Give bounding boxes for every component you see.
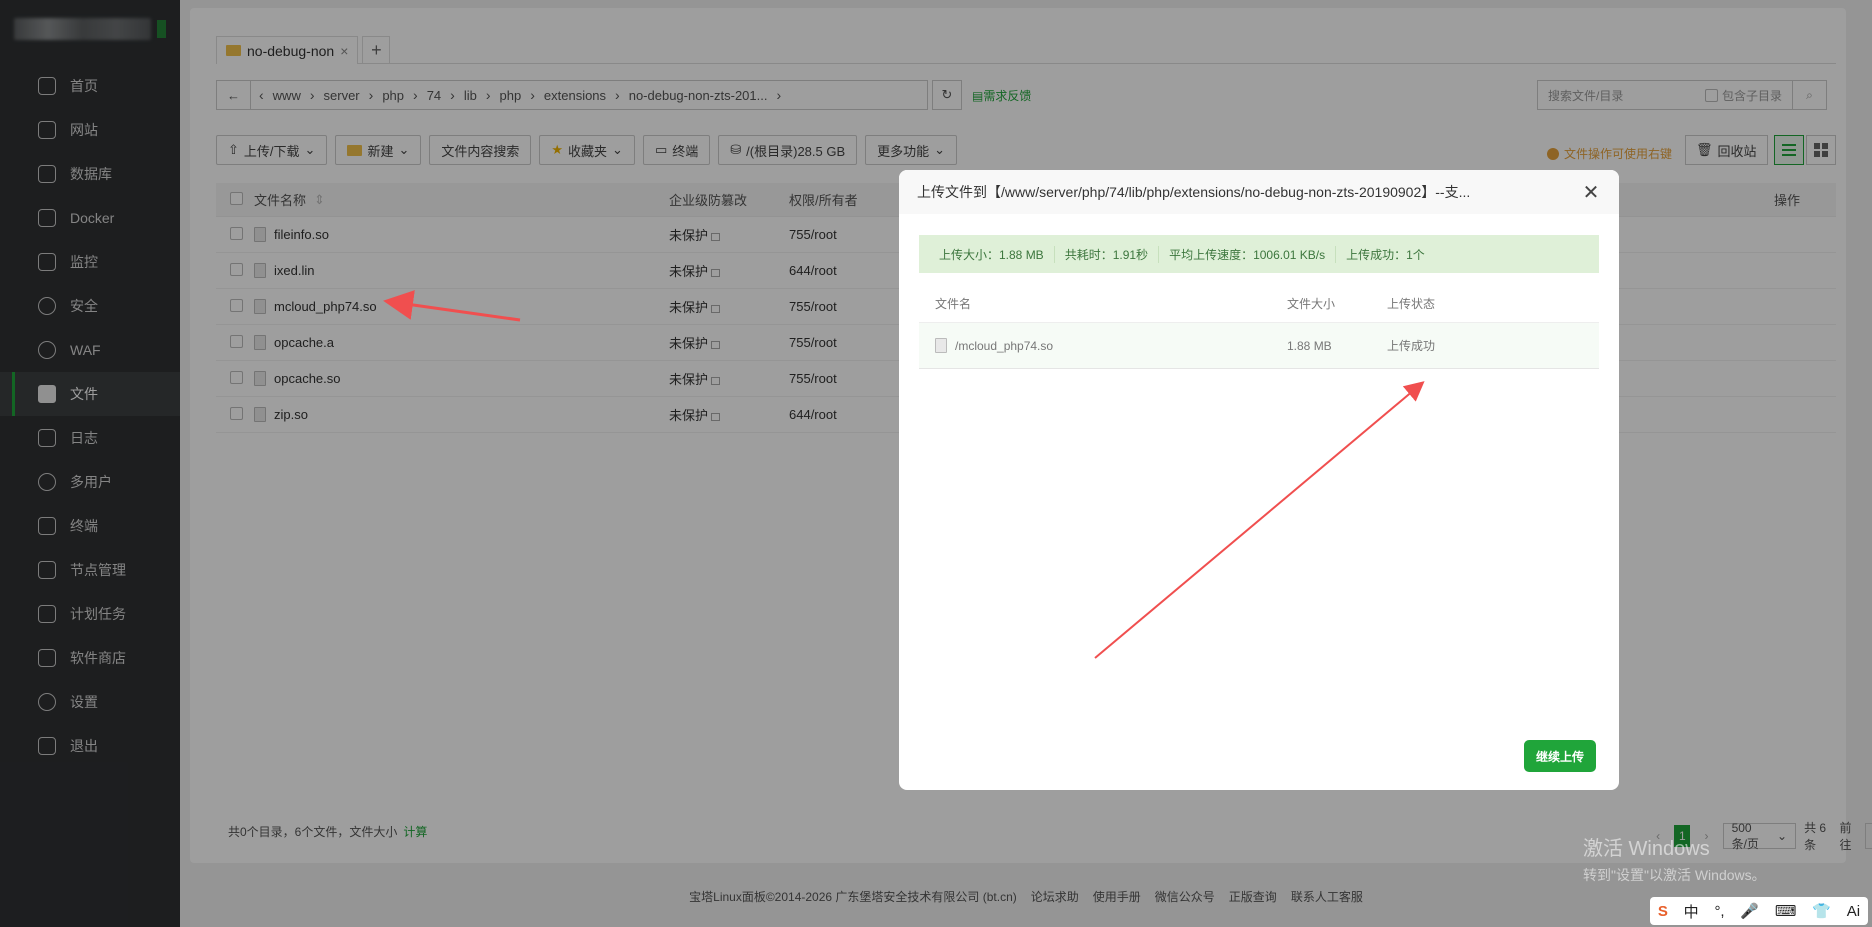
- ai-icon[interactable]: Ai: [1847, 903, 1860, 920]
- ime-toolbar: S 中 °, 🎤 ⌨ 👕 Ai: [1650, 897, 1868, 925]
- skin-icon[interactable]: 👕: [1812, 902, 1831, 920]
- dialog-header: 上传文件到【/www/server/php/74/lib/php/extensi…: [899, 170, 1619, 214]
- upload-stats: 上传大小：1.88 MB 共耗时：1.91秒 平均上传速度：1006.01 KB…: [919, 235, 1599, 273]
- ime-language-toggle[interactable]: 中: [1684, 901, 1699, 922]
- file-icon: [935, 338, 947, 353]
- microphone-icon[interactable]: 🎤: [1740, 902, 1759, 920]
- keyboard-icon[interactable]: ⌨: [1775, 902, 1797, 920]
- upload-table-header: 文件名 文件大小 上传状态: [919, 285, 1599, 323]
- upload-dialog: 上传文件到【/www/server/php/74/lib/php/extensi…: [899, 170, 1619, 790]
- close-icon[interactable]: ✕: [1581, 180, 1601, 205]
- windows-activation-watermark: 激活 Windows 转到"设置"以激活 Windows。: [1583, 838, 1766, 883]
- continue-upload-button[interactable]: 继续上传: [1524, 740, 1597, 772]
- dialog-title: 上传文件到【/www/server/php/74/lib/php/extensi…: [917, 184, 1471, 200]
- ime-punctuation-toggle[interactable]: °,: [1714, 903, 1724, 920]
- upload-row: /mcloud_php74.so 1.88 MB 上传成功: [919, 323, 1599, 369]
- sogou-logo-icon[interactable]: S: [1658, 903, 1668, 920]
